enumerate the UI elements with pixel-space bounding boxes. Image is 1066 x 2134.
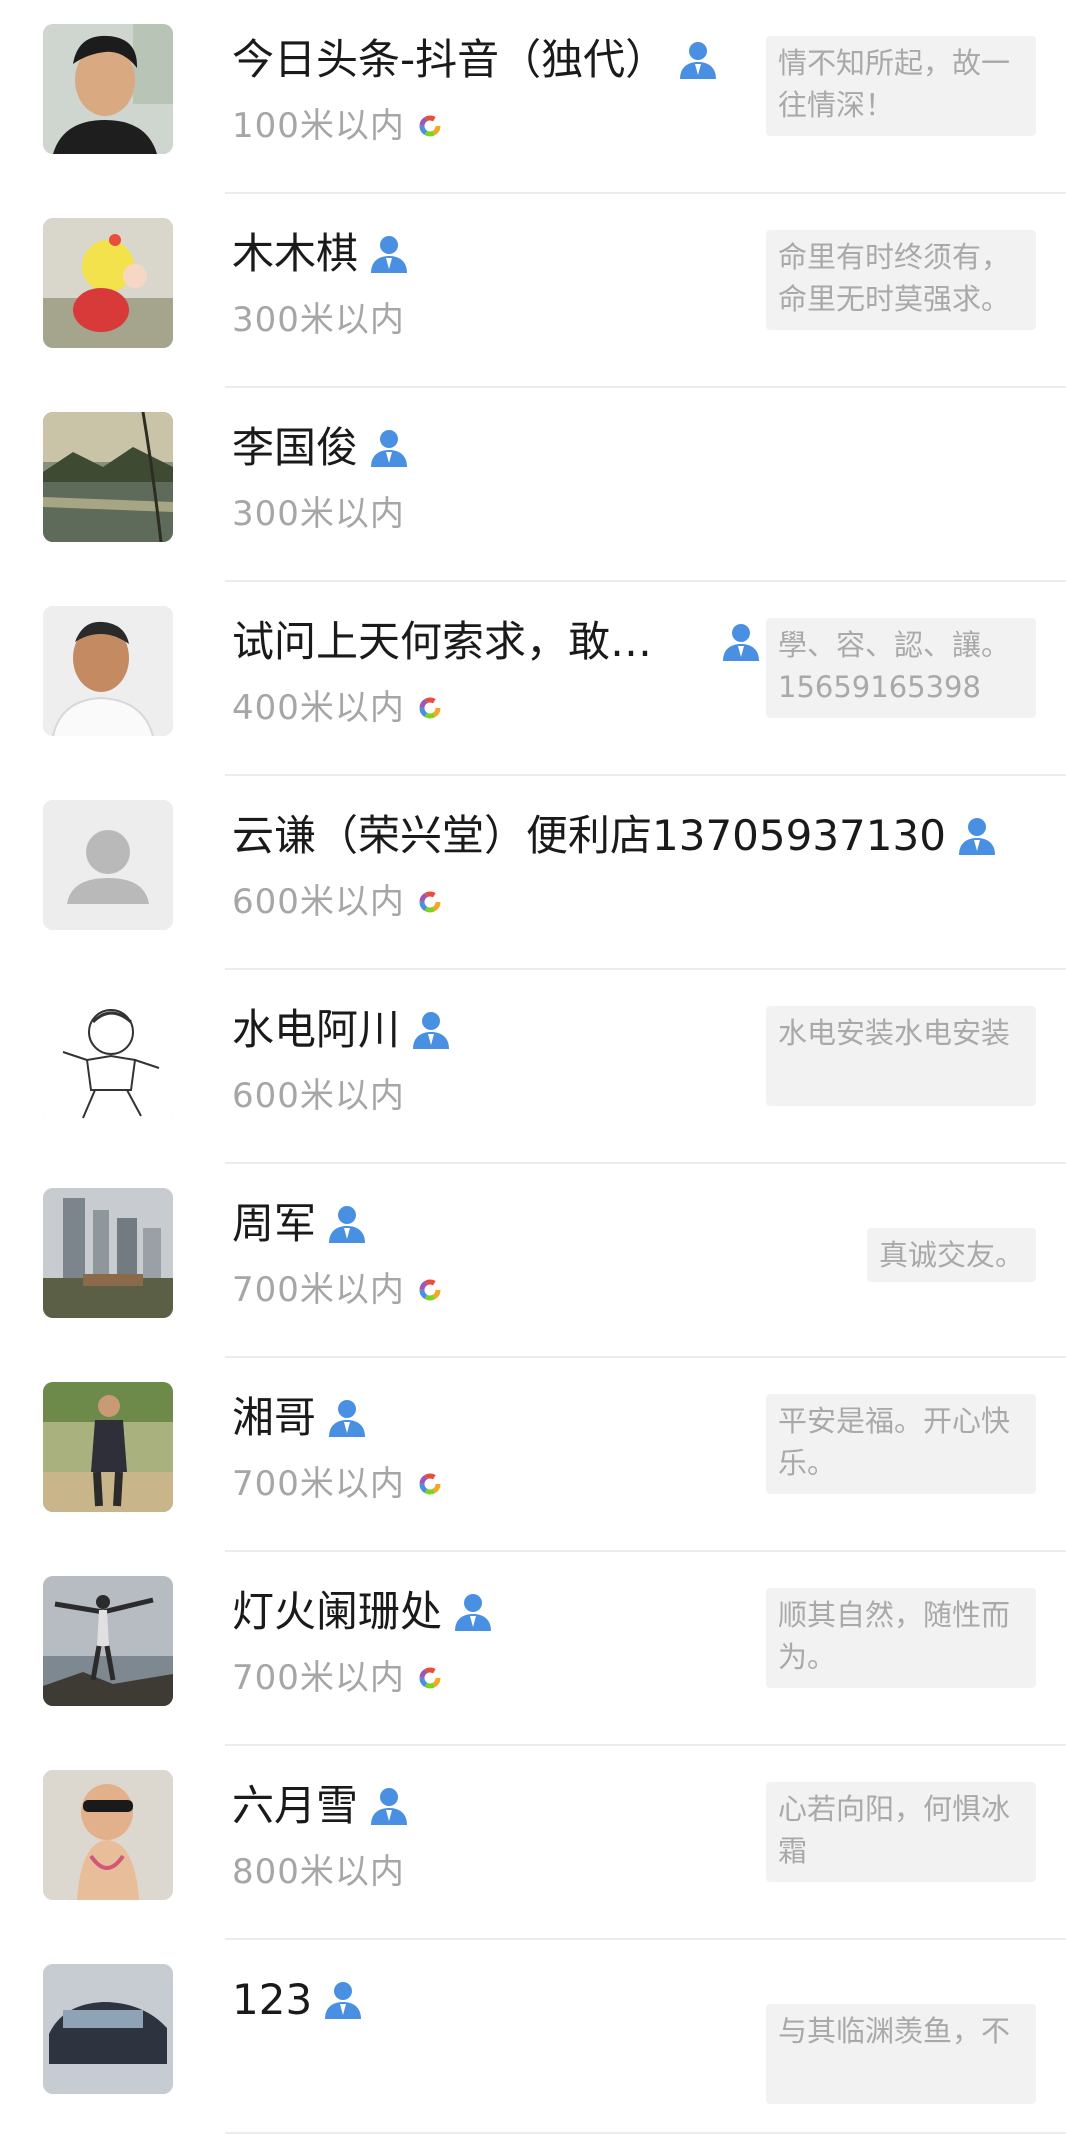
list-item[interactable]: 试问上天何索求，敢… 400米以内 學、容、認、讓。15659165398 <box>0 582 1066 776</box>
contact-name: 123 <box>232 1975 313 2024</box>
name-line: 湘哥 <box>232 1388 368 1448</box>
distance-label: 700米以内 <box>232 1270 405 1310</box>
verified-person-icon <box>368 1785 410 1827</box>
name-line: 周军 <box>232 1194 368 1254</box>
signature: 水电安装水电安装 <box>766 1006 1036 1106</box>
name-line: 灯火阑珊处 <box>232 1582 494 1642</box>
signature: 情不知所起，故一往情深！ <box>766 36 1036 136</box>
verified-person-icon <box>677 39 719 81</box>
list-item[interactable]: 李国俊 300米以内 <box>0 388 1066 582</box>
avatar[interactable] <box>43 994 173 1124</box>
contact-name: 灯火阑珊处 <box>232 1587 443 1636</box>
distance-label: 100米以内 <box>232 106 405 146</box>
avatar[interactable] <box>43 606 173 736</box>
distance-line: 300米以内 <box>232 486 405 542</box>
contact-name: 云谦（荣兴堂）便利店13705937130 <box>232 811 946 860</box>
distance-label: 300米以内 <box>232 300 405 340</box>
verified-person-icon <box>368 233 410 275</box>
name-line: 试问上天何索求，敢… <box>232 612 762 672</box>
distance-label: 800米以内 <box>232 1852 405 1892</box>
avatar[interactable] <box>43 1382 173 1512</box>
distance-label: 600米以内 <box>232 1076 405 1116</box>
distance-line: 800米以内 <box>232 1844 405 1900</box>
avatar[interactable] <box>43 1576 173 1706</box>
signature: 心若向阳，何惧冰霜 <box>766 1782 1036 1882</box>
verified-person-icon <box>956 815 998 857</box>
signature: 与其临渊羡鱼，不 <box>766 2004 1036 2104</box>
name-line: 六月雪 <box>232 1776 410 1836</box>
signature: 命里有时终须有，命里无时莫强求。 <box>766 230 1036 330</box>
verified-person-icon <box>326 1203 368 1245</box>
moments-ring-icon <box>419 891 441 913</box>
avatar[interactable] <box>43 412 173 542</box>
distance-line: 700米以内 <box>232 1650 441 1706</box>
list-item[interactable]: 湘哥 700米以内 平安是福。开心快乐。 <box>0 1358 1066 1552</box>
moments-ring-icon <box>419 1667 441 1689</box>
contact-name: 水电阿川 <box>232 1005 401 1054</box>
contact-name: 六月雪 <box>232 1781 359 1830</box>
moments-ring-icon <box>419 697 441 719</box>
distance-line: 700米以内 <box>232 1456 441 1512</box>
verified-person-icon <box>410 1009 452 1051</box>
verified-person-icon <box>368 427 410 469</box>
signature: 平安是福。开心快乐。 <box>766 1394 1036 1494</box>
avatar[interactable] <box>43 24 173 154</box>
distance-label: 400米以内 <box>232 688 405 728</box>
list-item[interactable]: 周军 700米以内 真诚交友。 <box>0 1164 1066 1358</box>
list-item[interactable]: 云谦（荣兴堂）便利店13705937130 600米以内 <box>0 776 1066 970</box>
verified-person-icon <box>452 1591 494 1633</box>
list-item[interactable]: 灯火阑珊处 700米以内 顺其自然，随性而为。 <box>0 1552 1066 1746</box>
moments-ring-icon <box>419 1279 441 1301</box>
moments-ring-icon <box>419 1473 441 1495</box>
distance-label: 600米以内 <box>232 882 405 922</box>
moments-ring-icon <box>419 115 441 137</box>
contact-name: 湘哥 <box>232 1393 317 1442</box>
distance-line: 600米以内 <box>232 1068 405 1124</box>
avatar[interactable] <box>43 1188 173 1318</box>
distance-label: 700米以内 <box>232 1658 405 1698</box>
distance-line: 600米以内 <box>232 874 441 930</box>
avatar[interactable] <box>43 1964 173 2094</box>
name-line: 木木棋 <box>232 224 410 284</box>
contact-name: 李国俊 <box>232 423 359 472</box>
contact-name: 今日头条-抖音（独代） <box>232 35 668 84</box>
name-line: 云谦（荣兴堂）便利店13705937130 <box>232 806 998 866</box>
name-line: 水电阿川 <box>232 1000 452 1060</box>
name-line: 今日头条-抖音（独代） <box>232 30 719 90</box>
signature: 學、容、認、讓。15659165398 <box>766 618 1036 718</box>
verified-person-icon <box>322 1979 364 2021</box>
contact-name: 周军 <box>232 1199 317 1248</box>
list-item[interactable]: 木木棋 300米以内 命里有时终须有，命里无时莫强求。 <box>0 194 1066 388</box>
distance-line: 400米以内 <box>232 680 441 736</box>
list-item[interactable]: 今日头条-抖音（独代） 100米以内 情不知所起，故一往情深！ <box>0 0 1066 194</box>
distance-line: 300米以内 <box>232 292 405 348</box>
name-line: 123 <box>232 1970 364 2030</box>
signature: 真诚交友。 <box>866 1228 1036 1282</box>
contact-name: 试问上天何索求，敢… <box>232 617 653 666</box>
distance-line: 700米以内 <box>232 1262 441 1318</box>
avatar[interactable] <box>43 1770 173 1900</box>
name-line: 李国俊 <box>232 418 410 478</box>
avatar[interactable] <box>43 800 173 930</box>
list-item[interactable]: 123 与其临渊羡鱼，不 <box>0 1940 1066 2134</box>
contact-name: 木木棋 <box>232 229 359 278</box>
signature: 顺其自然，随性而为。 <box>766 1588 1036 1688</box>
distance-line: 100米以内 <box>232 98 441 154</box>
list-item[interactable]: 六月雪 800米以内 心若向阳，何惧冰霜 <box>0 1746 1066 1940</box>
distance-label: 700米以内 <box>232 1464 405 1504</box>
verified-person-icon <box>326 1397 368 1439</box>
list-item[interactable]: 水电阿川 600米以内 水电安装水电安装 <box>0 970 1066 1164</box>
avatar[interactable] <box>43 218 173 348</box>
verified-person-icon <box>720 621 762 663</box>
distance-label: 300米以内 <box>232 494 405 534</box>
